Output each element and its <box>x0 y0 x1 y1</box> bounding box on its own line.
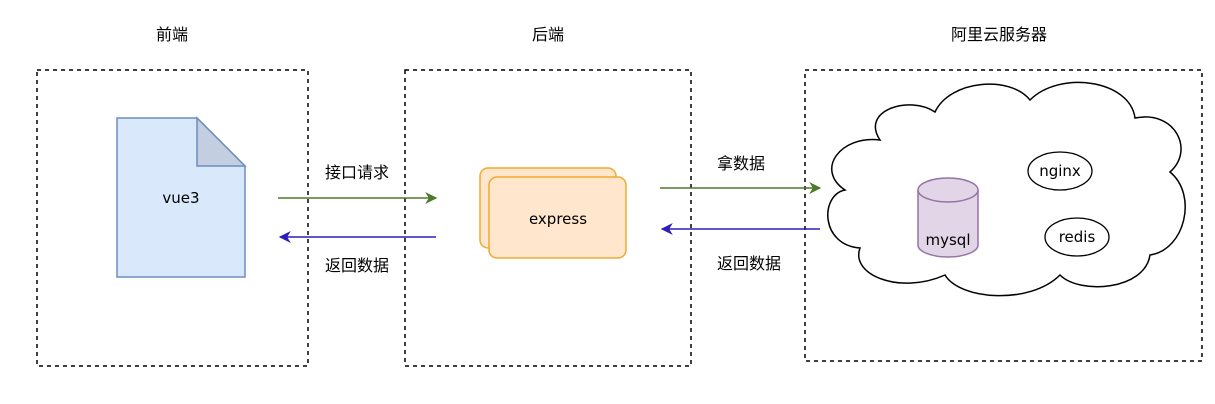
mysql-node[interactable]: mysql <box>917 177 979 258</box>
mysql-label: mysql <box>926 231 971 249</box>
response-label-backend: 返回数据 <box>717 254 781 273</box>
request-label: 接口请求 <box>325 163 389 182</box>
architecture-diagram: 前端 后端 阿里云服务器 vue3 express mysql nginx re… <box>36 25 1203 367</box>
redis-node[interactable]: redis <box>1044 217 1110 257</box>
frontend-title: 前端 <box>156 25 188 44</box>
response-label-frontend: 返回数据 <box>325 256 389 275</box>
express-label: express <box>529 210 587 228</box>
fetch-data-label: 拿数据 <box>717 154 765 173</box>
server-cloud <box>827 81 1186 297</box>
express-node[interactable]: express <box>479 167 627 259</box>
vue3-document-node[interactable]: vue3 <box>116 116 247 278</box>
nginx-label: nginx <box>1039 162 1081 180</box>
vue3-label: vue3 <box>162 189 199 207</box>
redis-label: redis <box>1059 228 1096 246</box>
backend-title: 后端 <box>532 25 564 44</box>
server-title: 阿里云服务器 <box>951 25 1047 44</box>
nginx-node[interactable]: nginx <box>1027 151 1093 191</box>
